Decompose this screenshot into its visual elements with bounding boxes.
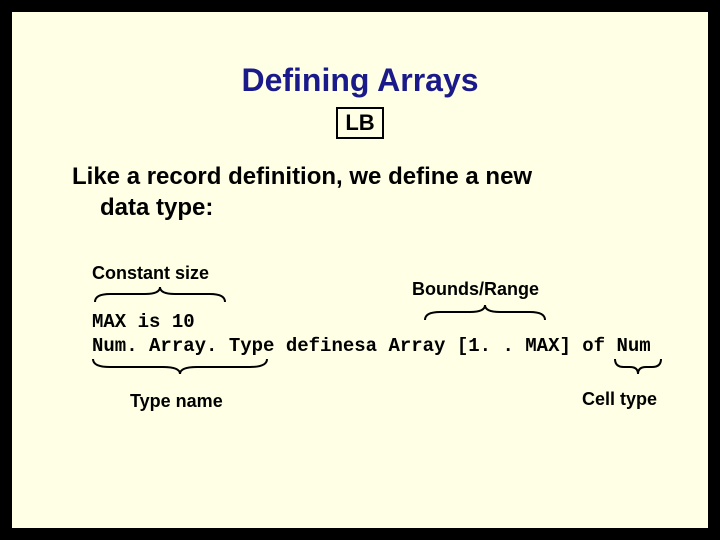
cell-type-label: Cell type xyxy=(582,389,657,410)
diagram: Constant size Bounds/Range MAX is 10 Num… xyxy=(82,263,638,453)
body-text: Like a record definition, we define a ne… xyxy=(72,161,648,223)
lb-badge: LB xyxy=(336,107,384,139)
brace-cell-type xyxy=(610,357,666,379)
bounds-range-label: Bounds/Range xyxy=(412,279,539,300)
slide-title: Defining Arrays xyxy=(52,62,668,99)
code-line-2: Num. Array. Type definesa Array [1. . MA… xyxy=(92,335,651,357)
body-line-2: data type: xyxy=(72,192,648,223)
brace-constant-size xyxy=(90,285,230,307)
slide: Defining Arrays LB Like a record definit… xyxy=(12,12,708,528)
type-name-label: Type name xyxy=(130,391,223,412)
body-line-1: Like a record definition, we define a ne… xyxy=(72,163,532,190)
brace-bounds-range xyxy=(420,303,550,325)
code-line-1: MAX is 10 xyxy=(92,311,195,333)
constant-size-label: Constant size xyxy=(92,263,209,284)
brace-type-name xyxy=(88,357,272,379)
